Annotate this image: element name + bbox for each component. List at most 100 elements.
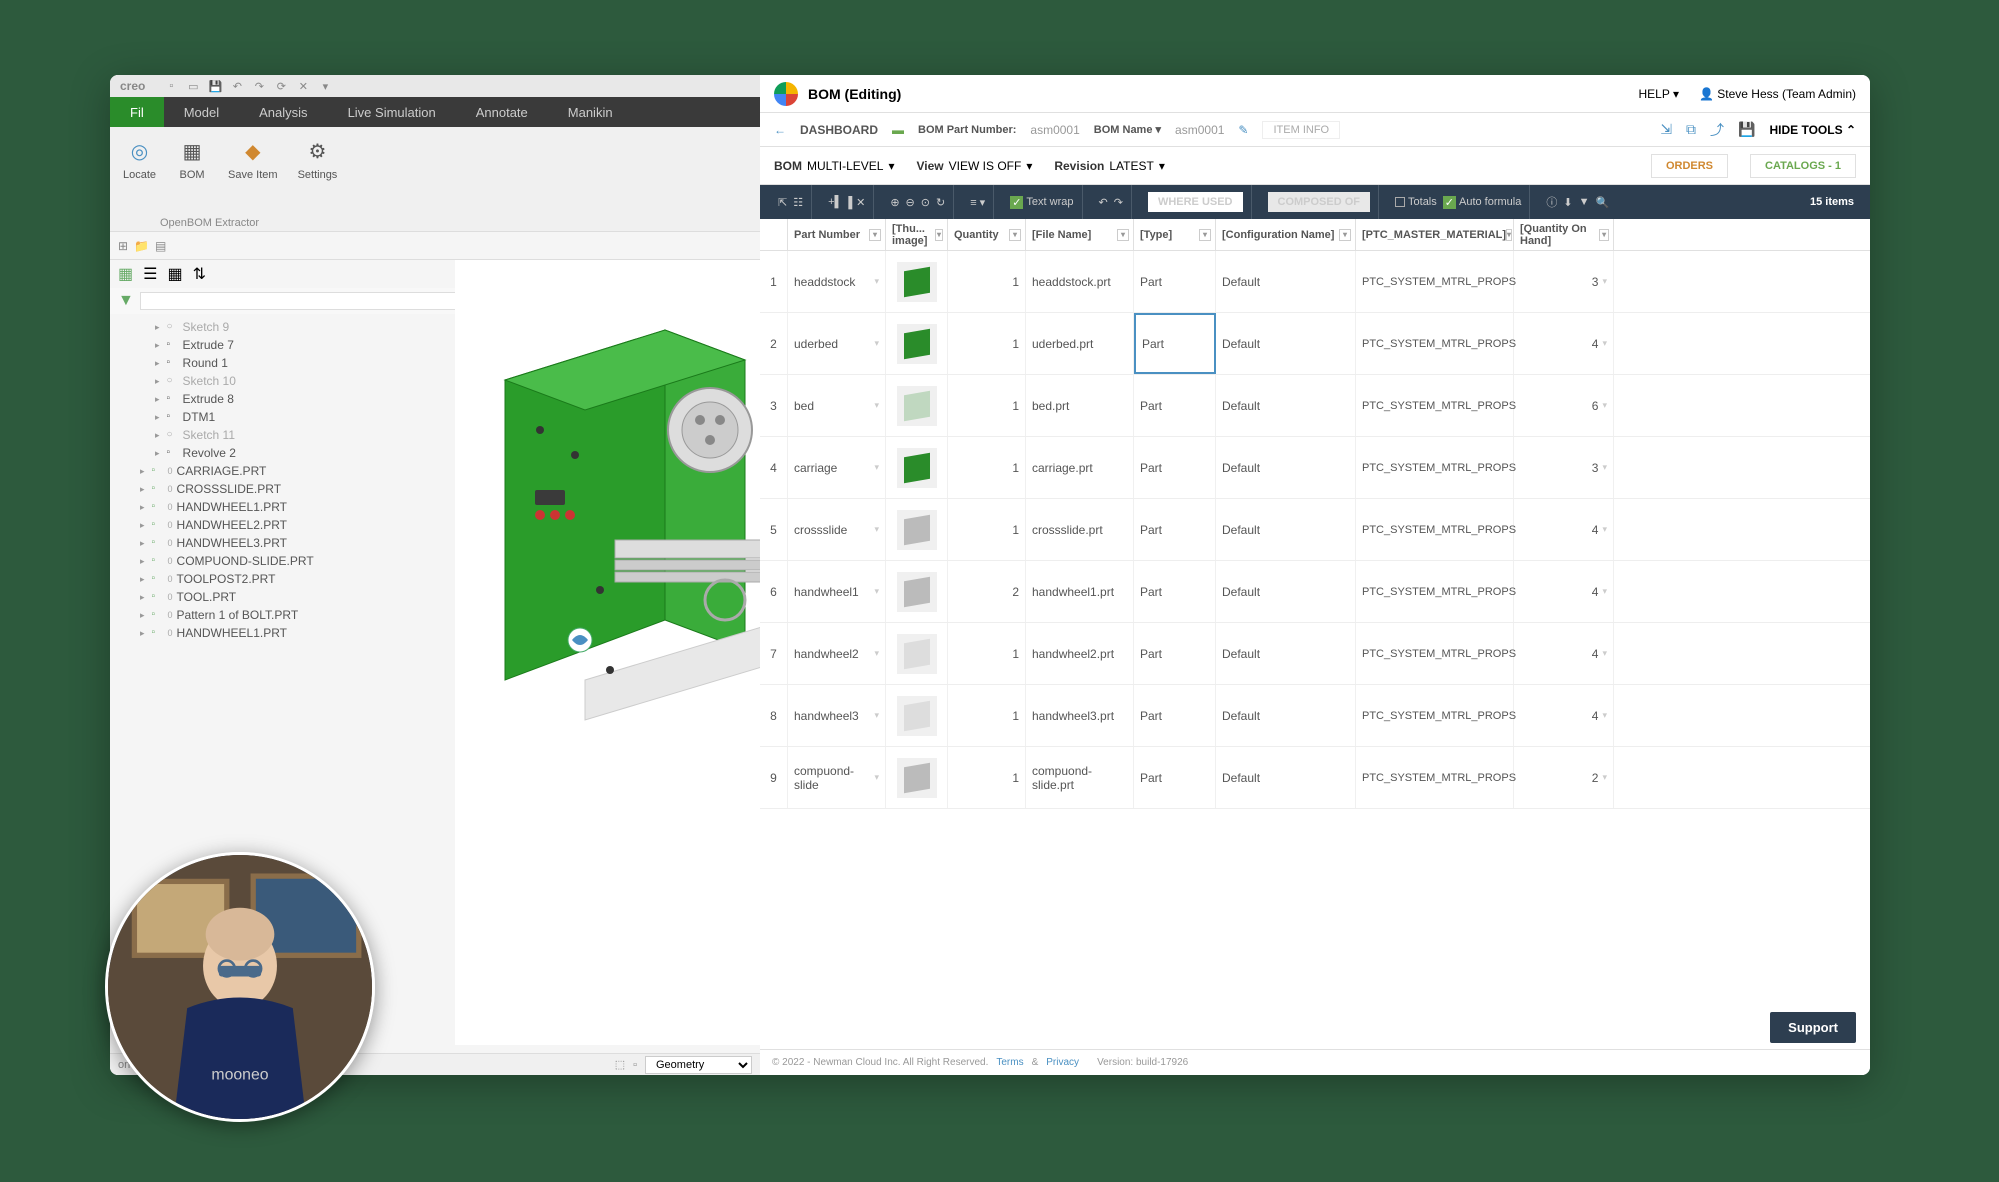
search-icon[interactable]: 🔍 — [1595, 196, 1609, 209]
cell-qty-on-hand[interactable]: 6 ▾ — [1514, 375, 1614, 436]
cell-material[interactable]: PTC_SYSTEM_MTRL_PROPS — [1356, 437, 1514, 498]
cell-material[interactable]: PTC_SYSTEM_MTRL_PROPS — [1356, 747, 1514, 808]
cell-material[interactable]: PTC_SYSTEM_MTRL_PROPS — [1356, 313, 1514, 374]
cell-type[interactable]: Part — [1134, 623, 1216, 684]
menu-tab-fil[interactable]: Fil — [110, 97, 164, 127]
geometry-select[interactable]: Geometry — [645, 1056, 752, 1074]
hierarchy-icon[interactable]: ⇱ — [778, 196, 787, 209]
filter-icon[interactable]: ▾ — [869, 229, 881, 241]
cell-type[interactable]: Part — [1134, 747, 1216, 808]
redo-icon[interactable]: ↷ — [1114, 196, 1123, 209]
table-row[interactable]: 3bed ▾1bed.prtPartDefaultPTC_SYSTEM_MTRL… — [760, 375, 1870, 437]
cell-part-number[interactable]: handwheel1 ▾ — [788, 561, 886, 622]
align-icon[interactable]: ≡ ▾ — [970, 196, 985, 209]
folder-icon[interactable]: 📁 — [134, 239, 149, 253]
refresh-icon[interactable]: ↻ — [936, 196, 945, 209]
cell-thumbnail[interactable] — [886, 685, 948, 746]
new-icon[interactable]: ▫ — [163, 78, 179, 94]
auto-formula-toggle[interactable]: ✓ Auto formula — [1443, 196, 1522, 209]
remove-row-icon[interactable]: ⊖ — [906, 196, 915, 209]
cell-part-number[interactable]: uderbed ▾ — [788, 313, 886, 374]
tree-icon[interactable]: ⊞ — [118, 239, 128, 253]
filter-icon[interactable]: ▾ — [1009, 229, 1021, 241]
cell-filename[interactable]: headdstock.prt — [1026, 251, 1134, 312]
cell-config[interactable]: Default — [1216, 251, 1356, 312]
terms-link[interactable]: Terms — [996, 1057, 1023, 1068]
filter-icon[interactable]: ▾ — [935, 229, 943, 241]
cell-config[interactable]: Default — [1216, 747, 1356, 808]
layers-icon[interactable]: ▤ — [155, 239, 166, 253]
cell-part-number[interactable]: carriage ▾ — [788, 437, 886, 498]
cell-quantity[interactable]: 1 — [948, 313, 1026, 374]
ribbon-bom[interactable]: ▦BOM — [171, 132, 213, 226]
support-button[interactable]: Support — [1770, 1012, 1856, 1043]
cell-filename[interactable]: handwheel3.prt — [1026, 685, 1134, 746]
filter-icon[interactable]: ▾ — [1199, 229, 1211, 241]
cell-qty-on-hand[interactable]: 4 ▾ — [1514, 499, 1614, 560]
cell-quantity[interactable]: 1 — [948, 747, 1026, 808]
export-icon[interactable]: ⇲ — [1660, 121, 1672, 138]
cell-material[interactable]: PTC_SYSTEM_MTRL_PROPS — [1356, 499, 1514, 560]
totals-toggle[interactable]: Totals — [1395, 196, 1437, 208]
table-row[interactable]: 4carriage ▾1carriage.prtPartDefaultPTC_S… — [760, 437, 1870, 499]
table-row[interactable]: 7handwheel2 ▾1handwheel2.prtPartDefaultP… — [760, 623, 1870, 685]
item-info-button[interactable]: ITEM INFO — [1262, 121, 1340, 139]
cell-quantity[interactable]: 1 — [948, 437, 1026, 498]
cell-qty-on-hand[interactable]: 3 ▾ — [1514, 251, 1614, 312]
cell-type[interactable]: Part — [1134, 251, 1216, 312]
cell-part-number[interactable]: bed ▾ — [788, 375, 886, 436]
save-icon[interactable]: 💾 — [207, 78, 223, 94]
edit-icon[interactable]: ✎ — [1238, 123, 1248, 137]
cell-type[interactable]: Part — [1134, 685, 1216, 746]
grid-icon[interactable]: ▦ — [167, 264, 182, 284]
remove-col-icon[interactable]: ▌✕ — [848, 196, 865, 209]
ribbon-locate[interactable]: ◎Locate — [118, 132, 161, 226]
add-col-icon[interactable]: +▌ — [828, 196, 842, 208]
cell-qty-on-hand[interactable]: 2 ▾ — [1514, 747, 1614, 808]
filter-icon[interactable]: ▾ — [1506, 229, 1512, 241]
cell-material[interactable]: PTC_SYSTEM_MTRL_PROPS — [1356, 623, 1514, 684]
undo-icon[interactable]: ↶ — [1099, 196, 1108, 209]
cell-material[interactable]: PTC_SYSTEM_MTRL_PROPS — [1356, 561, 1514, 622]
status-icon-2[interactable]: ▫ — [633, 1059, 637, 1071]
status-icon-1[interactable]: ⬚ — [615, 1058, 625, 1071]
menu-tab-analysis[interactable]: Analysis — [239, 97, 327, 127]
menu-tab-live simulation[interactable]: Live Simulation — [328, 97, 456, 127]
text-wrap-toggle[interactable]: ✓ Text wrap — [1010, 196, 1073, 209]
revision-select[interactable]: Revision LATEST ▾ — [1054, 159, 1165, 173]
menu-tab-manikin[interactable]: Manikin — [548, 97, 633, 127]
catalogs-button[interactable]: CATALOGS - 1 — [1750, 154, 1856, 178]
col-part-number[interactable]: Part Number▾ — [788, 219, 886, 250]
cell-quantity[interactable]: 2 — [948, 561, 1026, 622]
cell-config[interactable]: Default — [1216, 313, 1356, 374]
close-icon[interactable]: ✕ — [295, 78, 311, 94]
menu-tab-annotate[interactable]: Annotate — [456, 97, 548, 127]
orders-button[interactable]: ORDERS — [1651, 154, 1728, 178]
ribbon-settings[interactable]: ⚙Settings — [293, 132, 343, 226]
cell-part-number[interactable]: compuond-slide ▾ — [788, 747, 886, 808]
funnel-icon[interactable]: ▼ — [118, 292, 134, 310]
table-body[interactable]: 1headdstock ▾1headdstock.prtPartDefaultP… — [760, 251, 1870, 1049]
dropdown-icon[interactable]: ▾ — [317, 78, 333, 94]
save-icon[interactable]: 💾 — [1738, 121, 1755, 138]
cell-material[interactable]: PTC_SYSTEM_MTRL_PROPS — [1356, 685, 1514, 746]
cell-qty-on-hand[interactable]: 4 ▾ — [1514, 561, 1614, 622]
col-qty-on-hand[interactable]: [Quantity On Hand]▾ — [1514, 219, 1614, 250]
cell-config[interactable]: Default — [1216, 685, 1356, 746]
add-row-icon[interactable]: ⊕ — [890, 196, 899, 209]
dashboard-link[interactable]: DASHBOARD — [800, 123, 878, 137]
sort-icon[interactable]: ⇅ — [193, 264, 206, 284]
viewport-3d[interactable] — [455, 260, 760, 1045]
cell-filename[interactable]: handwheel1.prt — [1026, 561, 1134, 622]
menu-tab-model[interactable]: Model — [164, 97, 239, 127]
cell-quantity[interactable]: 1 — [948, 499, 1026, 560]
cell-quantity[interactable]: 1 — [948, 685, 1026, 746]
filter-icon[interactable]: ▾ — [1339, 229, 1351, 241]
table-row[interactable]: 6handwheel1 ▾2handwheel1.prtPartDefaultP… — [760, 561, 1870, 623]
cell-thumbnail[interactable] — [886, 623, 948, 684]
download-icon[interactable]: ⬇ — [1563, 196, 1572, 209]
cell-filename[interactable]: compuond-slide.prt — [1026, 747, 1134, 808]
cell-part-number[interactable]: handwheel3 ▾ — [788, 685, 886, 746]
open-icon[interactable]: ▭ — [185, 78, 201, 94]
cell-config[interactable]: Default — [1216, 561, 1356, 622]
